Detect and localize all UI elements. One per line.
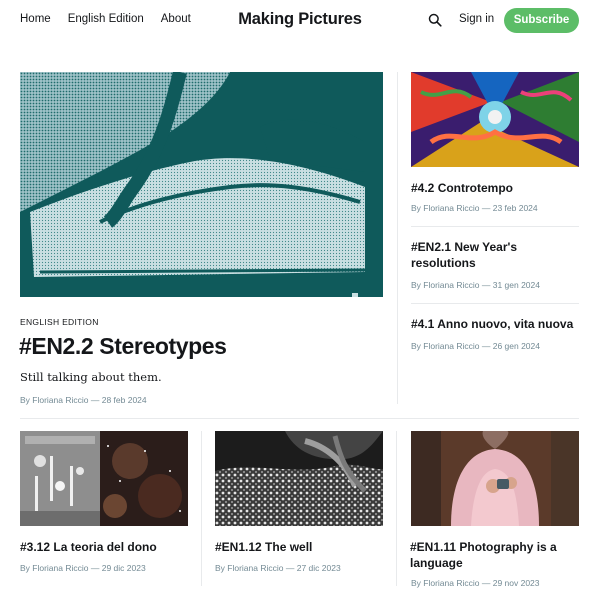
nav-english-edition[interactable]: English Edition bbox=[68, 13, 144, 25]
section-divider bbox=[20, 418, 579, 419]
sidebar-divider bbox=[411, 226, 579, 227]
nav-home[interactable]: Home bbox=[20, 13, 51, 25]
card-title-2[interactable]: #EN1.12 The well bbox=[215, 539, 385, 555]
main-nav: Home English Edition About bbox=[20, 13, 208, 25]
site-title[interactable]: Making Pictures bbox=[238, 10, 362, 28]
nav-about[interactable]: About bbox=[161, 13, 191, 25]
sidebar-image-1[interactable] bbox=[411, 72, 579, 167]
card-meta-2: By Floriana Riccio — 27 dic 2023 bbox=[215, 563, 341, 573]
site-header: Home English Edition About Making Pictur… bbox=[0, 0, 600, 42]
card-meta-3: By Floriana Riccio — 29 nov 2023 bbox=[411, 578, 540, 588]
search-icon[interactable] bbox=[428, 13, 442, 27]
card-divider bbox=[201, 431, 202, 586]
sidebar-divider bbox=[411, 303, 579, 304]
sidebar-meta-3: By Floriana Riccio — 26 gen 2024 bbox=[411, 341, 540, 351]
sidebar-title-1[interactable]: #4.2 Controtempo bbox=[411, 180, 579, 196]
subscribe-button[interactable]: Subscribe bbox=[504, 8, 579, 33]
sidebar-meta-2: By Floriana Riccio — 31 gen 2024 bbox=[411, 280, 540, 290]
sidebar-title-2[interactable]: #EN2.1 New Year's resolutions bbox=[411, 239, 579, 271]
sidebar-title-3[interactable]: #4.1 Anno nuovo, vita nuova bbox=[411, 316, 579, 332]
card-meta-1: By Floriana Riccio — 29 dic 2023 bbox=[20, 563, 146, 573]
column-divider bbox=[397, 72, 398, 404]
card-image-1[interactable] bbox=[20, 431, 188, 526]
card-image-3[interactable] bbox=[411, 431, 579, 526]
feature-meta: By Floriana Riccio — 28 feb 2024 bbox=[20, 395, 147, 405]
card-divider bbox=[396, 431, 397, 586]
card-image-2[interactable] bbox=[215, 431, 383, 526]
feature-image[interactable] bbox=[20, 72, 383, 297]
card-title-1[interactable]: #3.12 La teoria del dono bbox=[20, 539, 190, 555]
feature-tag[interactable]: ENGLISH EDITION bbox=[20, 317, 99, 327]
feature-excerpt: Still talking about them. bbox=[20, 370, 162, 384]
sidebar-meta-1: By Floriana Riccio — 23 feb 2024 bbox=[411, 203, 538, 213]
card-title-3[interactable]: #EN1.11 Photography is a language bbox=[410, 539, 580, 571]
sign-in-link[interactable]: Sign in bbox=[459, 13, 494, 25]
feature-title[interactable]: #EN2.2 Stereotypes bbox=[19, 333, 227, 360]
